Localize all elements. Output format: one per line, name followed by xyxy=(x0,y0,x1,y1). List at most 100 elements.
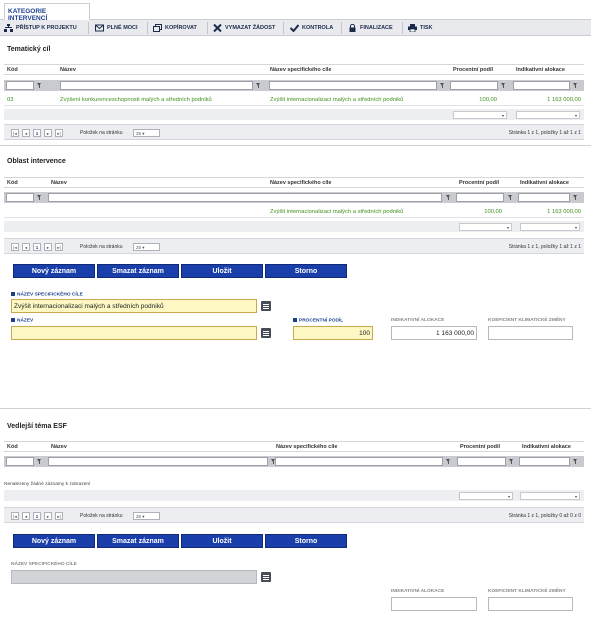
filter-alokace-input[interactable] xyxy=(518,193,570,202)
filter-funnel-icon[interactable] xyxy=(254,81,263,90)
tab-kategorie-intervenci[interactable]: KATEGORIE INTERVENCÍ xyxy=(4,3,90,22)
sum-alokace-select[interactable] xyxy=(516,111,580,119)
page-number-button[interactable]: 1 xyxy=(33,243,41,251)
tisk-button[interactable]: TISK xyxy=(408,20,433,36)
save-button[interactable]: Uložit xyxy=(181,534,263,548)
filter-nazev-input[interactable] xyxy=(60,81,253,90)
filter-nazev-input[interactable] xyxy=(48,193,442,202)
nazev-field[interactable] xyxy=(11,326,257,340)
list-select-icon[interactable] xyxy=(261,301,271,311)
oblast-intervence-title: Oblast intervence xyxy=(7,158,66,165)
filter-funnel-icon[interactable] xyxy=(35,457,44,466)
first-page-button[interactable]: |◂ xyxy=(11,243,19,251)
oblast-header-row: Kód Název Název specifického cíle Procen… xyxy=(4,177,584,188)
column-header-nazev-spec-cile[interactable]: Název specifického cíle xyxy=(270,180,331,186)
save-button[interactable]: Uložit xyxy=(181,264,263,278)
sum-podil-select[interactable] xyxy=(453,111,507,119)
column-header-nazev[interactable]: Název xyxy=(51,180,67,186)
filter-spec-cil-input[interactable] xyxy=(275,457,443,466)
column-header-procentni-podil[interactable]: Procentní podíl xyxy=(453,67,493,73)
sum-podil-select[interactable] xyxy=(459,492,513,500)
filter-funnel-icon[interactable] xyxy=(438,81,447,90)
cross-icon xyxy=(213,23,222,33)
koeficient-field[interactable] xyxy=(488,597,573,611)
sum-alokace-select[interactable] xyxy=(520,492,580,500)
page-number-button[interactable]: 1 xyxy=(33,129,41,137)
filter-alokace-input[interactable] xyxy=(513,81,570,90)
new-record-button[interactable]: Nový záznam xyxy=(13,534,95,548)
sum-podil-select[interactable] xyxy=(459,223,512,231)
pristup-button[interactable]: PŘÍSTUP K PROJEKTU xyxy=(4,20,77,36)
filter-nazev-input[interactable] xyxy=(48,457,268,466)
prev-page-button[interactable]: ◂ xyxy=(22,243,30,251)
delete-record-button[interactable]: Smazat záznam xyxy=(97,264,179,278)
cancel-button[interactable]: Storno xyxy=(265,264,347,278)
filter-spec-cil-input[interactable] xyxy=(269,81,437,90)
filter-kod-input[interactable] xyxy=(6,81,34,90)
filter-podil-input[interactable] xyxy=(456,193,504,202)
filter-funnel-icon[interactable] xyxy=(35,193,44,202)
next-page-button[interactable]: ▸ xyxy=(44,512,52,520)
filter-podil-input[interactable] xyxy=(457,457,506,466)
prev-page-button[interactable]: ◂ xyxy=(22,512,30,520)
filter-funnel-icon[interactable] xyxy=(444,193,453,202)
next-page-button[interactable]: ▸ xyxy=(44,243,52,251)
column-header-nazev-spec-cile[interactable]: Název specifického cíle xyxy=(270,67,331,73)
last-page-button[interactable]: ▸| xyxy=(55,243,63,251)
filter-funnel-icon[interactable] xyxy=(507,457,516,466)
delete-record-button[interactable]: Smazat záznam xyxy=(97,534,179,548)
spec-cil-field[interactable] xyxy=(11,570,257,584)
page-size-select[interactable]: 25 ▾ xyxy=(133,243,160,251)
last-page-button[interactable]: ▸| xyxy=(55,512,63,520)
alokace-field[interactable] xyxy=(391,597,477,611)
list-select-icon[interactable] xyxy=(261,572,271,582)
column-header-nazev[interactable]: Název xyxy=(51,444,67,450)
pager: |◂ ◂ 1 ▸ ▸| Položek na stránku 25 ▾ Strá… xyxy=(4,507,584,523)
filter-funnel-icon[interactable] xyxy=(506,193,515,202)
filter-funnel-icon[interactable] xyxy=(35,81,44,90)
procentni-podil-field[interactable]: 100 xyxy=(293,326,373,340)
filter-funnel-icon[interactable] xyxy=(571,81,580,90)
column-header-nazev[interactable]: Název xyxy=(60,67,76,73)
filter-funnel-icon[interactable] xyxy=(571,457,580,466)
list-select-icon[interactable] xyxy=(261,328,271,338)
column-header-indikativni-alokace[interactable]: Indikativní alokace xyxy=(520,180,569,186)
plne-moci-button[interactable]: PLNÉ MOCI xyxy=(95,20,138,36)
next-page-button[interactable]: ▸ xyxy=(44,129,52,137)
last-page-button[interactable]: ▸| xyxy=(55,129,63,137)
filter-funnel-icon[interactable] xyxy=(499,81,508,90)
alokace-field[interactable]: 1 163 000,00 xyxy=(391,326,477,340)
pager: |◂ ◂ 1 ▸ ▸| Položek na stránku 25 ▾ Strá… xyxy=(4,124,584,140)
kontrola-button[interactable]: KONTROLA xyxy=(289,20,333,36)
finalizace-button[interactable]: FINALIZACE xyxy=(348,20,393,36)
column-header-kod[interactable]: Kód xyxy=(7,444,18,450)
column-header-nazev-spec-cile[interactable]: Název specifického cíle xyxy=(276,444,337,450)
page-number-button[interactable]: 1 xyxy=(33,512,41,520)
column-header-procentni-podil[interactable]: Procentní podíl xyxy=(459,180,499,186)
filter-alokace-input[interactable] xyxy=(519,457,570,466)
column-header-procentni-podil[interactable]: Procentní podíl xyxy=(460,444,500,450)
table-row[interactable]: 03 Zvýšení konkurenceschopnosti malých a… xyxy=(4,95,584,106)
sum-alokace-select[interactable] xyxy=(520,223,580,231)
prev-page-button[interactable]: ◂ xyxy=(22,129,30,137)
page-size-select[interactable]: 25 ▾ xyxy=(133,512,160,520)
page-size-select[interactable]: 25 ▾ xyxy=(133,129,160,137)
filter-kod-input[interactable] xyxy=(6,193,34,202)
first-page-button[interactable]: |◂ xyxy=(11,129,19,137)
column-header-indikativni-alokace[interactable]: Indikativní alokace xyxy=(516,67,565,73)
column-header-kod[interactable]: Kód xyxy=(7,180,18,186)
vymazat-zadost-button[interactable]: VYMAZAT ŽÁDOST xyxy=(213,20,275,36)
column-header-kod[interactable]: Kód xyxy=(7,67,18,73)
filter-funnel-icon[interactable] xyxy=(571,193,580,202)
koeficient-field[interactable] xyxy=(488,326,573,340)
first-page-button[interactable]: |◂ xyxy=(11,512,19,520)
table-row[interactable]: Zvýšit internacionalizaci malých a střed… xyxy=(4,207,584,218)
filter-funnel-icon[interactable] xyxy=(444,457,453,466)
spec-cil-field[interactable]: Zvýšit internacionalizaci malých a střed… xyxy=(11,299,257,313)
filter-kod-input[interactable] xyxy=(6,457,34,466)
cancel-button[interactable]: Storno xyxy=(265,534,347,548)
column-header-indikativni-alokace[interactable]: Indikativní alokace xyxy=(522,444,571,450)
new-record-button[interactable]: Nový záznam xyxy=(13,264,95,278)
kopirovat-button[interactable]: KOPÍROVAT xyxy=(153,20,197,36)
filter-podil-input[interactable] xyxy=(450,81,498,90)
